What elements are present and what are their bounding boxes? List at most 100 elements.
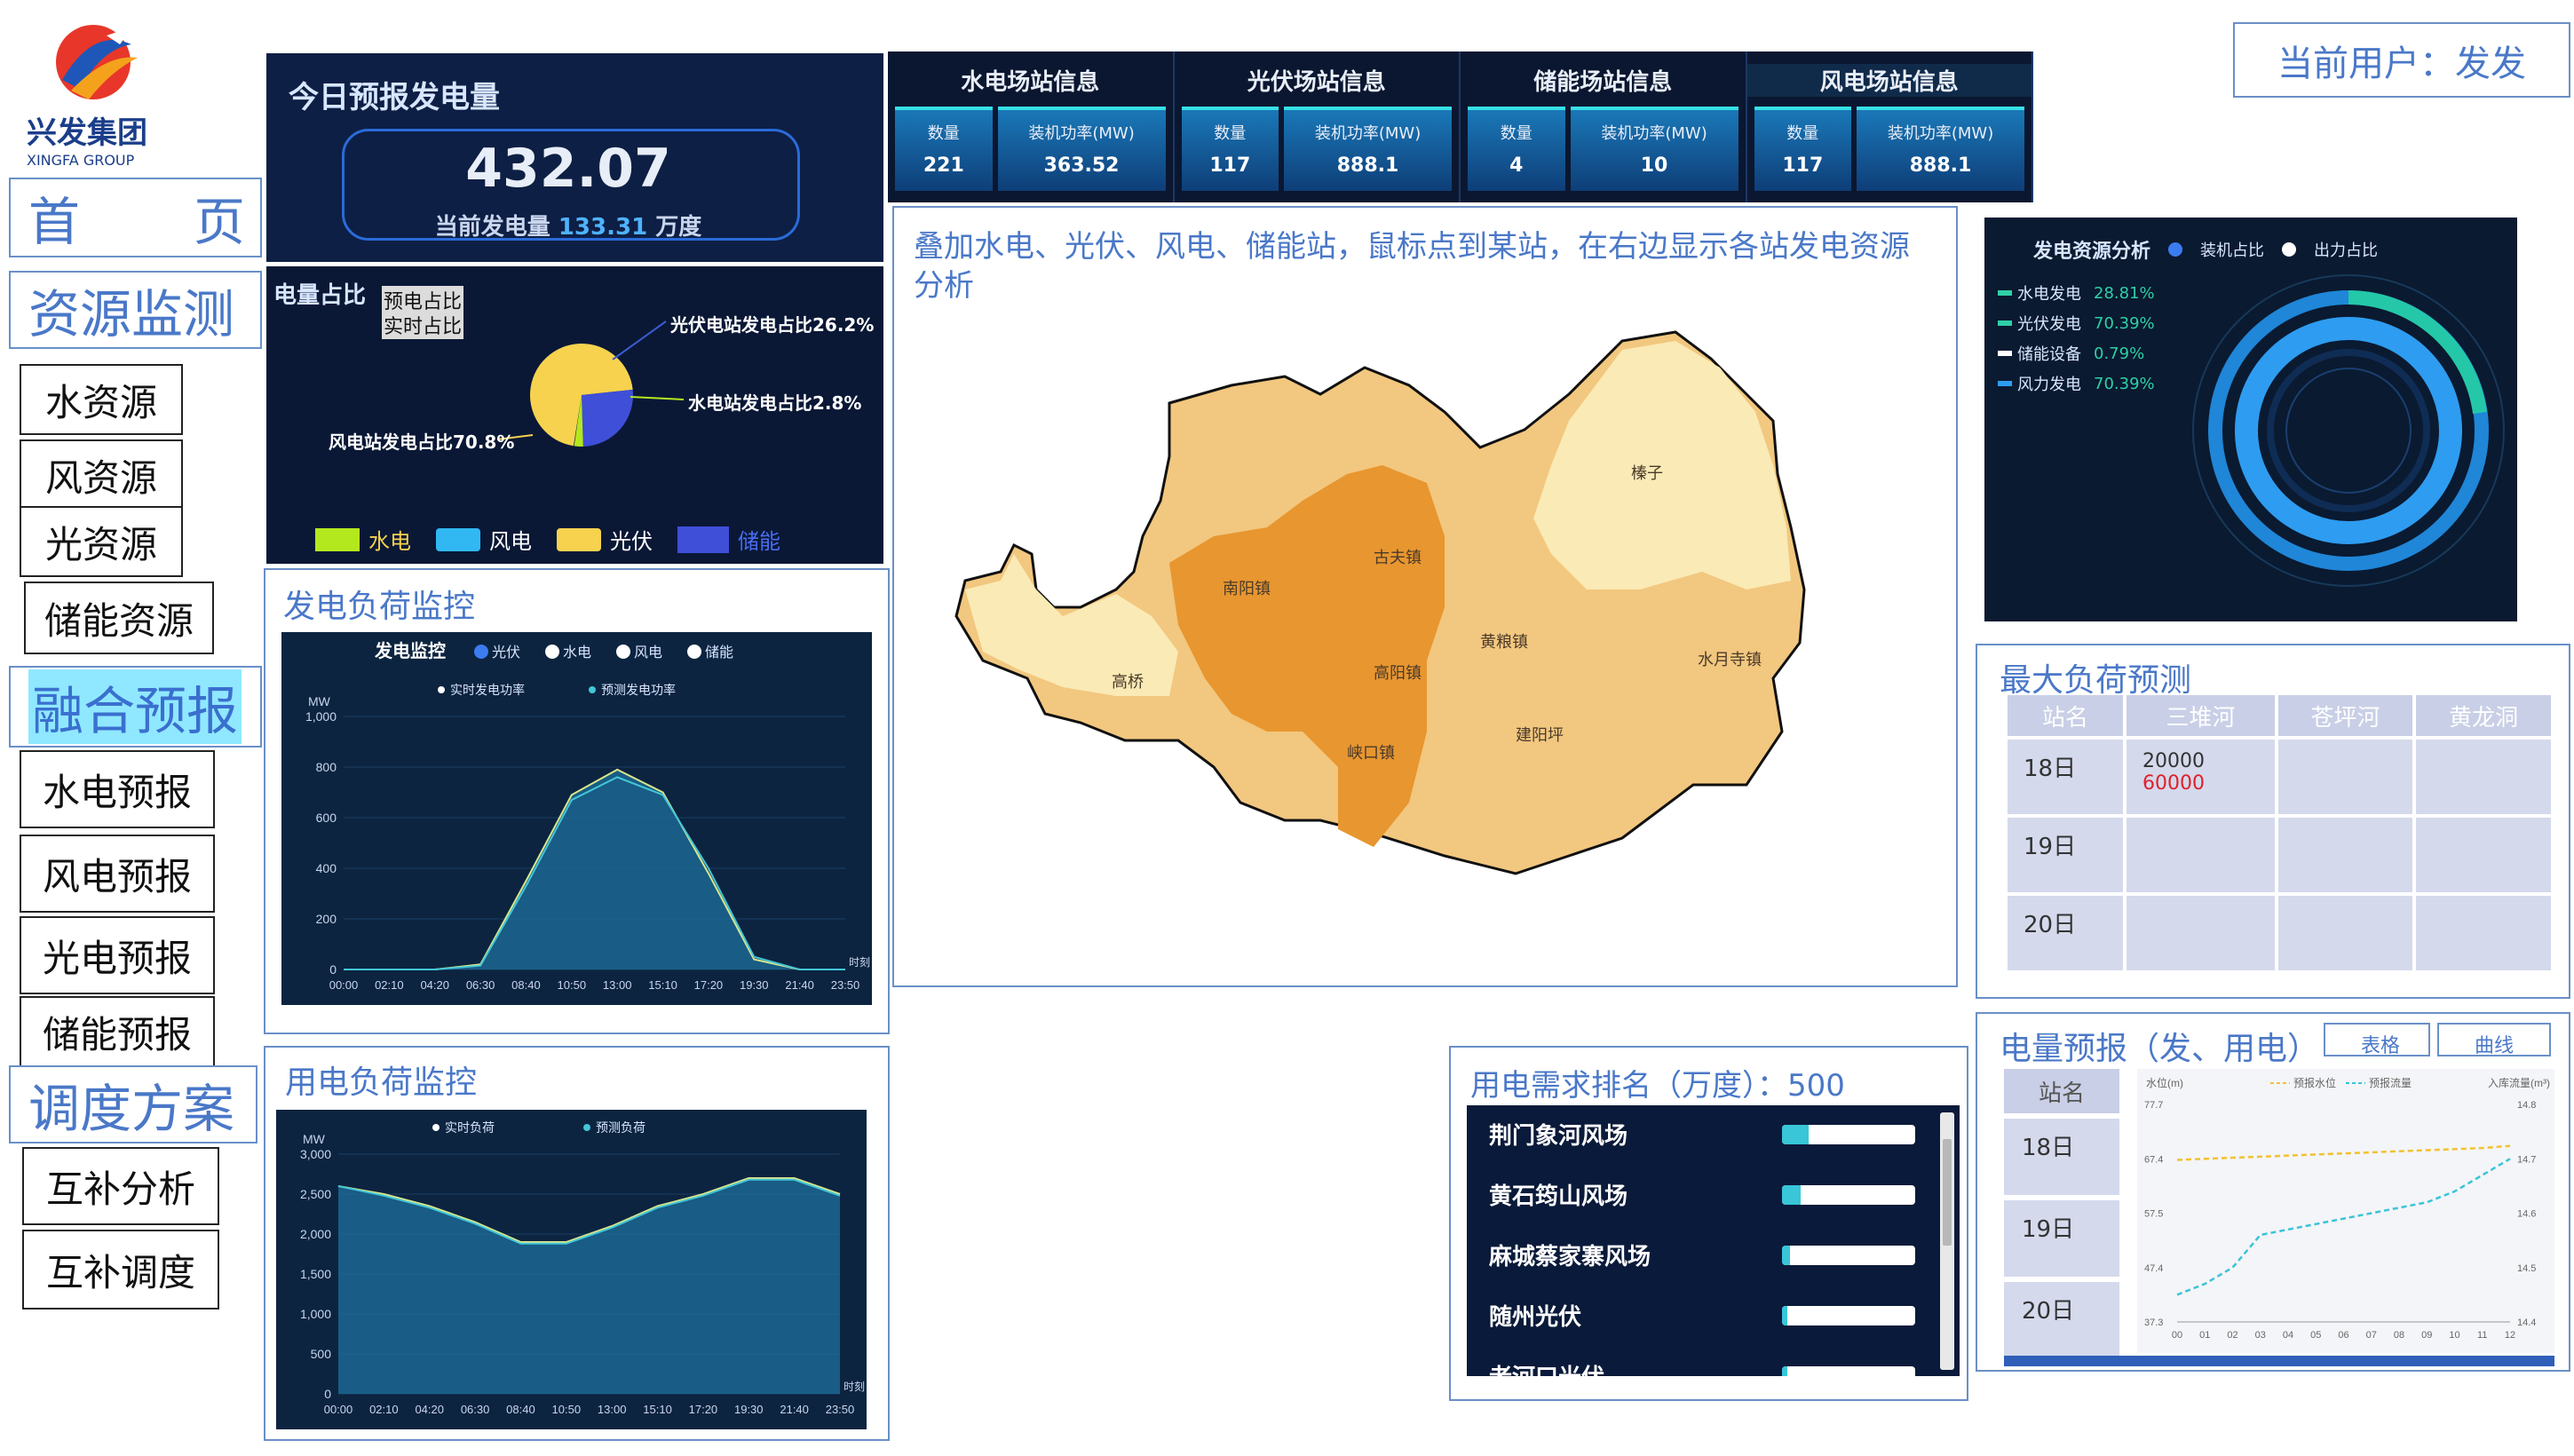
tab-curve[interactable]: 曲线 — [2437, 1023, 2551, 1057]
chart-legend-label[interactable]: 预测负荷 — [596, 1120, 645, 1135]
pie-legend: 水电 风电 光伏 储能 — [315, 524, 780, 555]
nav-resource-monitor[interactable]: 资源监测 — [9, 271, 262, 349]
map-place-label[interactable]: 高桥 — [1112, 673, 1144, 691]
nav-water-resource[interactable]: 水资源 — [20, 364, 183, 435]
rank-item-name: 荆门象河风场 — [1489, 1123, 1628, 1150]
energy-forecast-scrollbar[interactable] — [2004, 1356, 2554, 1366]
nav-storage-forecast[interactable]: 储能预报 — [20, 996, 215, 1067]
map-place-label[interactable]: 峡口镇 — [1347, 744, 1395, 762]
region-map[interactable]: 榛子古夫镇南阳镇黄粮镇水月寺镇高桥 高阳镇建阳坪峡口镇 — [947, 323, 1889, 945]
gen-type-toggle-label[interactable]: 光伏 — [492, 645, 520, 661]
gen-type-toggle-icon[interactable] — [545, 645, 559, 659]
station-count-label: 数量 — [1500, 124, 1533, 143]
nav-solar-forecast[interactable]: 光电预报 — [20, 916, 215, 994]
station-card-2[interactable]: 储能场站信息 数量 4 装机功率(MW) 10 — [1461, 51, 1747, 202]
chart-legend-dot-icon — [583, 1124, 590, 1131]
rank-item[interactable]: 黄石筠山风场 — [1489, 1175, 1924, 1210]
ef-legend-label[interactable]: 预报水位 — [2293, 1076, 2336, 1089]
map-place-label[interactable]: 水月寺镇 — [1698, 651, 1762, 669]
energy-forecast-title: 电量预报（发、用电） — [2000, 1031, 2320, 1067]
rank-item[interactable]: 麻城蔡家寨风场 — [1489, 1235, 1924, 1270]
today-current-line: 当前发电量 133.31 万度 — [266, 209, 870, 241]
nav-solar-resource[interactable]: 光资源 — [20, 506, 183, 577]
gen-row-value: 0.79% — [2094, 344, 2145, 363]
rank-item[interactable]: 荆门象河风场 — [1489, 1114, 1924, 1150]
nav-fusion-forecast[interactable]: 融合预报 — [9, 666, 262, 748]
map-place-label[interactable]: 黄粮镇 — [1480, 633, 1528, 651]
nav-storage-resource[interactable]: 储能资源 — [24, 582, 214, 654]
energy-forecast-day-cell: 18日 — [2004, 1119, 2119, 1195]
ef-ytick-left: 57.5 — [2144, 1209, 2163, 1220]
nav-wind-forecast[interactable]: 风电预报 — [20, 835, 215, 913]
today-forecast-title: 今日预报发电量 — [289, 80, 500, 115]
logo-emblem-icon — [56, 25, 138, 99]
ef-xtick: 06 — [2338, 1330, 2348, 1341]
gen-row-label: 风力发电 — [2017, 376, 2081, 394]
rank-item-name: 麻城蔡家寨风场 — [1489, 1244, 1651, 1270]
chart-legend-label[interactable]: 实时发电功率 — [450, 683, 525, 697]
rank-item-bar — [1782, 1125, 1915, 1144]
rank-item-bar — [1782, 1246, 1915, 1265]
nav-complement-analysis[interactable]: 互补分析 — [22, 1147, 219, 1225]
current-user-box[interactable]: 当前用户：发发 — [2233, 22, 2570, 98]
rank-item[interactable]: 老河口光伏 — [1489, 1356, 1924, 1376]
max-load-header-cell: 黄龙洞 — [2416, 695, 2551, 736]
max-load-value: 20000 — [2142, 750, 2205, 772]
use-load-panel: 用电负荷监控 MW 0 500 1,000 1,500 2,000 2,500 3,000 00… — [264, 1046, 890, 1441]
map-panel: 叠加水电、光伏、风电、储能站，鼠标点到某站，在右边显示各站发电资源分析 榛子古夫… — [892, 206, 1958, 987]
nav-dispatch-plan[interactable]: 调度方案 — [9, 1065, 257, 1143]
chart-xtick: 17:20 — [689, 1403, 718, 1416]
gen-type-toggle-label[interactable]: 储能 — [705, 645, 733, 661]
energy-forecast-header: 站名 — [2004, 1069, 2119, 1113]
station-count-label: 数量 — [1786, 124, 1819, 143]
rank-scrollbar[interactable] — [1940, 1112, 1954, 1370]
ef-xtick: 05 — [2310, 1330, 2321, 1341]
pie-label-pv: 光伏电站发电占比26.2% — [670, 314, 875, 336]
station-capacity-label: 装机功率(MW) — [1887, 124, 1994, 143]
map-place-label[interactable]: 高阳镇 — [1374, 664, 1422, 682]
chart-legend-label[interactable]: 实时负荷 — [445, 1120, 495, 1135]
ef-legend-label[interactable]: 预报流量 — [2369, 1076, 2412, 1089]
ef-xtick: 07 — [2366, 1330, 2377, 1341]
map-place-label[interactable]: 建阳坪 — [1516, 726, 1564, 744]
ef-xtick: 03 — [2255, 1330, 2266, 1341]
station-card-0[interactable]: 水电场站信息 数量 221 装机功率(MW) 363.52 — [888, 51, 1175, 202]
map-note: 叠加水电、光伏、风电、储能站，鼠标点到某站，在右边显示各站发电资源分析 — [914, 229, 1910, 304]
chart-ytick: 200 — [316, 912, 337, 926]
nav-wind-resource[interactable]: 风资源 — [20, 439, 183, 510]
gen-type-toggle-label[interactable]: 水电 — [563, 645, 591, 661]
rank-item-name: 黄石筠山风场 — [1489, 1183, 1628, 1210]
rank-item-bar — [1782, 1366, 1915, 1376]
max-load-row: 20日 — [2008, 896, 2551, 970]
nav-hydro-forecast[interactable]: 水电预报 — [20, 750, 215, 828]
chart-ytick: 600 — [316, 811, 337, 825]
rank-item-bar-fill — [1782, 1185, 1801, 1205]
gen-type-toggle-icon[interactable] — [687, 645, 701, 659]
chart-ytick: 0 — [324, 1387, 331, 1401]
station-card-3[interactable]: 风电场站信息 数量 117 装机功率(MW) 888.1 — [1746, 51, 2033, 202]
map-place-label[interactable]: 南阳镇 — [1223, 580, 1271, 597]
gen-type-toggle-icon[interactable] — [474, 645, 488, 659]
tab-table[interactable]: 表格 — [2324, 1023, 2430, 1057]
ef-xtick: 12 — [2505, 1330, 2515, 1341]
demand-rank-list: 荆门象河风场黄石筠山风场麻城蔡家寨风场随州光伏老河口光伏 — [1467, 1105, 1960, 1376]
ef-ytick-right: 14.8 — [2517, 1100, 2536, 1111]
gen-type-toggle-label[interactable]: 风电 — [634, 645, 662, 661]
ef-xtick: 00 — [2172, 1330, 2182, 1341]
rank-item[interactable]: 随州光伏 — [1489, 1295, 1924, 1331]
map-place-label[interactable]: 榛子 — [1631, 464, 1663, 482]
ef-ytick-right: 14.6 — [2517, 1209, 2536, 1220]
gen-type-toggle-icon[interactable] — [616, 645, 630, 659]
rank-scrollbar-thumb[interactable] — [1943, 1139, 1952, 1246]
max-load-value-cell — [2416, 740, 2551, 814]
brand-logo: 兴发集团 XINGFA GROUP — [27, 18, 160, 169]
gen-row-label: 水电发电 — [2017, 285, 2081, 304]
map-place-label[interactable]: 古夫镇 — [1374, 549, 1422, 566]
brand-name-cn: 兴发集团 — [27, 115, 147, 151]
nav-complement-dispatch[interactable]: 互补调度 — [22, 1230, 219, 1310]
ef-ytick-left: 47.4 — [2144, 1263, 2163, 1274]
nav-home[interactable]: 首 页 — [9, 178, 262, 257]
chart-legend-label[interactable]: 预测发电功率 — [601, 683, 676, 697]
rank-item-bar-fill — [1782, 1366, 1787, 1376]
station-card-1[interactable]: 光伏场站信息 数量 117 装机功率(MW) 888.1 — [1175, 51, 1461, 202]
